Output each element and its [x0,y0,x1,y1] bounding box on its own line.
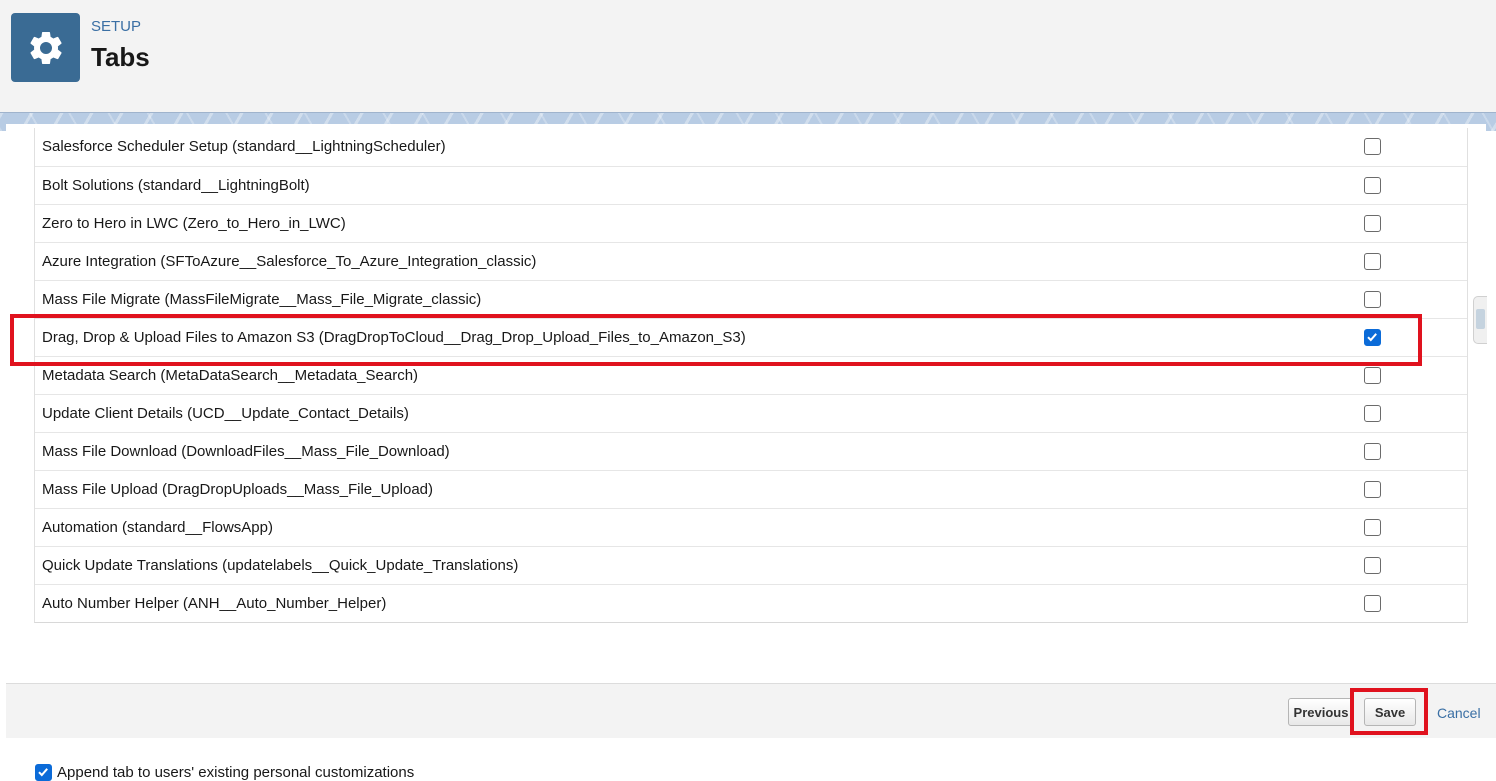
include-tab-checkbox[interactable] [1364,557,1381,574]
include-tab-checkbox[interactable] [1364,253,1381,270]
tab-name-label: Mass File Migrate (MassFileMigrate__Mass… [42,291,482,308]
tab-name-label: Bolt Solutions (standard__LightningBolt) [42,177,310,194]
tab-visibility-panel: Salesforce Scheduler Setup (standard__Li… [6,124,1486,781]
tab-name-label: Zero to Hero in LWC (Zero_to_Hero_in_LWC… [42,215,346,232]
table-row: Metadata Search (MetaDataSearch__Metadat… [35,356,1467,394]
append-tab-label: Append tab to users' existing personal c… [57,764,415,781]
tab-name-label: Metadata Search (MetaDataSearch__Metadat… [42,367,419,384]
include-tab-checkbox[interactable] [1364,177,1381,194]
side-scroll-handle[interactable] [1473,296,1487,344]
append-tab-checkbox[interactable] [35,764,52,781]
tab-name-label: Salesforce Scheduler Setup (standard__Li… [42,138,446,155]
include-tab-checkbox[interactable] [1364,405,1381,422]
tab-name-label: Mass File Download (DownloadFiles__Mass_… [42,443,450,460]
include-tab-checkbox[interactable] [1364,329,1381,346]
include-tab-checkbox[interactable] [1364,367,1381,384]
table-row: Mass File Download (DownloadFiles__Mass_… [35,432,1467,470]
table-row: Update Client Details (UCD__Update_Conta… [35,394,1467,432]
table-row: Azure Integration (SFToAzure__Salesforce… [35,242,1467,280]
table-row: Salesforce Scheduler Setup (standard__Li… [35,128,1467,166]
include-tab-checkbox[interactable] [1364,215,1381,232]
app-list-table: Salesforce Scheduler Setup (standard__Li… [34,128,1468,623]
table-row: Drag, Drop & Upload Files to Amazon S3 (… [35,318,1467,356]
gear-icon [11,13,80,82]
include-tab-checkbox[interactable] [1364,138,1381,155]
tab-name-label: Mass File Upload (DragDropUploads__Mass_… [42,481,434,498]
include-tab-checkbox[interactable] [1364,443,1381,460]
table-row: Auto Number Helper (ANH__Auto_Number_Hel… [35,584,1467,622]
table-row: Zero to Hero in LWC (Zero_to_Hero_in_LWC… [35,204,1467,242]
include-tab-checkbox[interactable] [1364,291,1381,308]
tab-name-label: Quick Update Translations (updatelabels_… [42,557,519,574]
table-row: Bolt Solutions (standard__LightningBolt) [35,166,1467,204]
save-button[interactable]: Save [1364,698,1416,726]
page-header: SETUP Tabs [0,0,1496,112]
tab-name-label: Drag, Drop & Upload Files to Amazon S3 (… [42,329,746,346]
section-label: SETUP [91,18,142,35]
table-row: Mass File Upload (DragDropUploads__Mass_… [35,470,1467,508]
table-row: Mass File Migrate (MassFileMigrate__Mass… [35,280,1467,318]
table-row: Automation (standard__FlowsApp) [35,508,1467,546]
chevron-icon [1476,309,1485,329]
include-tab-checkbox[interactable] [1364,481,1381,498]
include-tab-checkbox[interactable] [1364,595,1381,612]
button-bar: Previous Save Cancel [6,683,1496,738]
previous-button[interactable]: Previous [1288,698,1354,726]
page-title: Tabs [91,42,150,72]
cancel-link[interactable]: Cancel [1437,705,1481,721]
tab-name-label: Auto Number Helper (ANH__Auto_Number_Hel… [42,595,387,612]
include-tab-checkbox[interactable] [1364,519,1381,536]
tab-name-label: Automation (standard__FlowsApp) [42,519,273,536]
table-row: Quick Update Translations (updatelabels_… [35,546,1467,584]
append-tab-option[interactable]: Append tab to users' existing personal c… [35,764,414,781]
tab-name-label: Update Client Details (UCD__Update_Conta… [42,405,409,422]
tab-name-label: Azure Integration (SFToAzure__Salesforce… [42,253,537,270]
